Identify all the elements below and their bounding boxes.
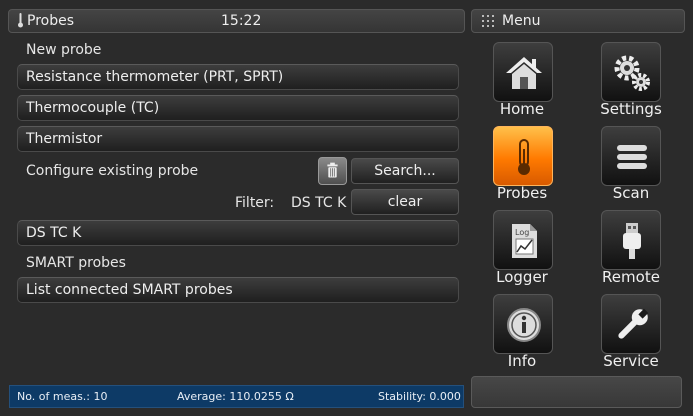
trash-icon <box>327 162 338 178</box>
info-icon <box>507 308 541 342</box>
filter-value: DS TC K <box>291 195 347 211</box>
title-bar: Probes 15:22 <box>8 9 465 33</box>
scan-label: Scan <box>612 184 650 202</box>
search-button[interactable]: Search... <box>351 158 459 184</box>
measurements-count: No. of meas.: 10 <box>17 390 108 403</box>
info-display-box <box>471 376 682 408</box>
home-tile[interactable] <box>493 42 553 102</box>
list-smart-probes-button[interactable]: List connected SMART probes <box>17 277 459 303</box>
status-bar: No. of meas.: 10 Average: 110.0255 Ω Sta… <box>9 385 464 408</box>
list-icon <box>617 145 647 169</box>
configure-heading: Configure existing probe <box>26 163 199 179</box>
thermometer-icon <box>518 139 530 175</box>
new-probe-heading: New probe <box>26 42 102 58</box>
logger-tile[interactable]: Log <box>493 210 553 270</box>
service-tile[interactable] <box>601 294 661 354</box>
info-tile[interactable] <box>493 294 553 354</box>
logger-label: Logger <box>496 268 548 286</box>
logger-icon: Log <box>512 224 537 258</box>
prt-button[interactable]: Resistance thermometer (PRT, SPRT) <box>17 64 459 90</box>
remote-tile[interactable] <box>601 210 661 270</box>
clock: 15:22 <box>221 13 262 29</box>
delete-button[interactable] <box>318 157 347 185</box>
page-title: Probes <box>27 13 75 29</box>
thermistor-button[interactable]: Thermistor <box>17 126 459 152</box>
service-label: Service <box>603 352 659 370</box>
existing-probe-item[interactable]: DS TC K <box>17 220 459 246</box>
svg-text:Log: Log <box>515 228 529 237</box>
home-label: Home <box>499 100 545 118</box>
gears-icon <box>614 55 650 91</box>
menu-title: Menu <box>502 13 541 29</box>
grid-icon <box>482 15 494 27</box>
smart-heading: SMART probes <box>26 255 126 271</box>
wrench-icon <box>618 308 649 339</box>
info-label: Info <box>507 352 537 370</box>
scan-tile[interactable] <box>601 126 661 186</box>
clear-filter-button[interactable]: clear <box>351 189 459 215</box>
settings-label: Settings <box>600 100 662 118</box>
filter-label: Filter: <box>235 195 275 211</box>
thermocouple-button[interactable]: Thermocouple (TC) <box>17 95 459 121</box>
menu-bar: Menu <box>471 9 685 33</box>
remote-label: Remote <box>602 268 660 286</box>
probes-label: Probes <box>496 184 548 202</box>
settings-tile[interactable] <box>601 42 661 102</box>
thermometer-small-icon <box>18 13 23 28</box>
home-icon <box>506 57 542 89</box>
stability-value: Stability: 0.000 <box>378 390 461 403</box>
average-value: Average: 110.0255 Ω <box>177 390 294 403</box>
usb-icon <box>623 223 641 259</box>
probes-tile[interactable] <box>493 126 553 186</box>
